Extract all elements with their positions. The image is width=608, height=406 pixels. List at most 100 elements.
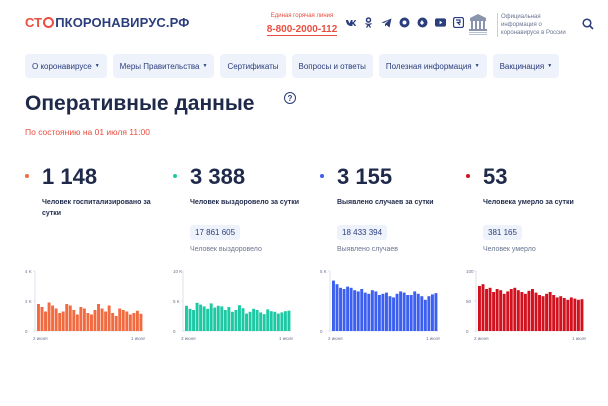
chart-bar [523,293,527,331]
chart-bar [202,306,206,331]
x-end-label: 1 июля [131,336,145,341]
chart-bar [495,289,499,331]
ok-icon[interactable] [363,17,374,28]
nav-label: Меры Правительства [119,61,200,71]
site-logo[interactable]: СТ ПКОРОНАВИРУС.РФ [25,15,189,30]
chart-bar [545,293,549,331]
y-tick-label: 5 K [173,299,180,304]
chart-cases: 5 K 0 2 июня 1 июля [320,269,440,341]
chart-bar [420,296,424,331]
y-tick-label: 100 [466,269,474,274]
y-tick-label: 50 [466,299,472,304]
nav-certificates[interactable]: Сертификаты [220,54,286,78]
chart-bar [61,311,65,331]
chart-bar [255,310,259,331]
chart-deaths: 100 50 0 2 июня 1 июля [466,269,586,341]
stat-total-label: Выявлено случаев [337,246,398,253]
chart-bar [51,305,55,331]
chart-bar [238,305,241,331]
nav-useful-info[interactable]: Полезная информация ▼ [378,54,487,78]
chart-bar [488,287,492,331]
chart-bar [332,280,335,331]
hotline-phone-link[interactable]: 8-800-2000-112 [266,24,338,36]
chart-bar [185,305,188,331]
chart-bar [346,286,350,331]
help-icon[interactable]: ? [284,92,296,104]
chart-bar [423,299,427,331]
chart-bar [128,314,132,331]
chart-bar [481,284,485,331]
y-tick-label: 4 K [25,269,32,274]
rutube-icon[interactable] [453,17,464,28]
chart-bar [93,310,97,331]
hotline-label: Единая горячая линия [270,13,334,19]
chart-bar [513,287,517,331]
chart-bar [266,309,270,331]
chart-bar [90,314,93,331]
chart-bar [216,305,220,331]
stat-value: 3 155 [337,164,393,189]
stat-description: Выявлено случаев за сутки [337,199,434,206]
logo-text-part2: ПКОРОНАВИРУС.РФ [55,15,190,30]
chart-bar [114,316,118,331]
x-end-label: 1 июля [279,336,293,341]
chart-bar [234,310,238,331]
chart-bar [520,292,524,331]
chart-bar [37,304,40,331]
youtube-icon[interactable] [435,17,446,28]
chart-bar [573,298,577,331]
vk-icon[interactable] [345,17,356,28]
chart-bar [381,293,385,331]
chart-bar [552,295,556,331]
chart-bar [125,311,129,331]
chart-bar [65,304,69,331]
social-links [345,17,464,28]
odnoklassniki-icon[interactable] [417,17,428,28]
stat-description: Человека умерло за сутки [483,199,574,206]
chart-bar [79,307,83,331]
y-tick-label: 2 K [25,299,32,304]
chart-bar [576,299,580,331]
nav-label: Вакцинация [499,61,545,71]
stat-total-badge: 17 861 605 [190,225,241,240]
chart-bar [416,293,420,331]
nav-faq[interactable]: Вопросы и ответы [291,54,373,78]
government-emblem-icon [466,12,490,36]
nav-government-measures[interactable]: Меры Правительства ▼ [112,54,215,78]
nav-about-coronavirus[interactable]: О коронавирусе ▼ [25,54,107,78]
x-end-label: 1 июля [426,336,440,341]
hotline: Единая горячая линия 8-800-2000-112 [266,13,338,37]
data-timestamp: По состоянию на 01 июля 11:00 [25,127,150,137]
chart-bar [82,308,86,331]
status-dot [25,174,29,178]
chart-bar [252,308,256,331]
chart-bar [40,307,44,331]
x-start-label: 2 июня [328,336,343,341]
logo-text-part1: СТ [25,15,43,30]
y-tick-label: 5 K [320,269,327,274]
chart-bar [54,308,58,331]
chart-bar [478,286,481,331]
nav-label: О коронавирусе [32,61,92,71]
chart-bar [86,313,90,331]
chart-bar [262,314,266,331]
stat-total-label: Человек выздоровело [190,246,262,253]
chart-bar [548,292,552,331]
nav-vaccination[interactable]: Вакцинация ▼ [492,54,560,78]
search-icon[interactable] [582,17,594,30]
chart-bar [367,293,371,331]
chart-bar [413,291,417,331]
chart-bar [259,312,263,331]
chart-bar [230,311,234,331]
chart-bar [566,299,570,331]
chart-bar [374,291,378,331]
chevron-down-icon: ▼ [547,63,553,69]
viber-icon[interactable] [399,17,410,28]
status-dot [466,174,470,178]
telegram-icon[interactable] [381,17,392,28]
stat-value: 3 388 [190,164,246,189]
chart-bar [206,308,210,331]
chart-bar [434,293,438,331]
chart-bar [492,292,496,331]
chart-recovered: 10 K 5 K 0 3 июня 1 июля [173,269,293,341]
